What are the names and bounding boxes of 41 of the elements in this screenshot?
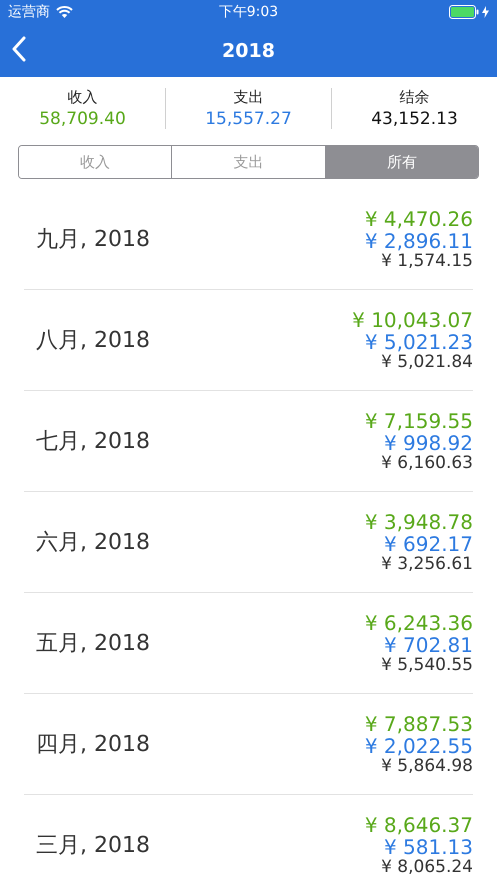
month-label[interactable]: 七月, 2018 — [24, 426, 150, 456]
expense-amount: ¥ 692.17 — [384, 532, 473, 555]
expense-amount: ¥ 5,021.23 — [364, 330, 473, 353]
balance-amount: ¥ 6,160.63 — [381, 454, 473, 472]
expense-amount: ¥ 2,896.11 — [364, 230, 473, 252]
income-amount: ¥ 3,948.78 — [364, 510, 473, 533]
status-time: 下午9:03 — [218, 3, 278, 21]
balance-amount: ¥ 5,540.55 — [381, 656, 473, 674]
summary-value: 58,709.40 — [39, 109, 126, 129]
page-title: 2018 — [222, 40, 275, 62]
back-button[interactable] — [12, 36, 26, 62]
summary-label: 结余 — [400, 88, 430, 107]
balance-amount: ¥ 5,864.98 — [381, 756, 473, 776]
balance-amount: ¥ 1,574.15 — [381, 252, 473, 270]
month-label[interactable]: 五月, 2018 — [24, 628, 150, 658]
summary-value: 43,152.13 — [371, 109, 458, 129]
income-amount: ¥ 6,243.36 — [364, 612, 473, 634]
expense-amount: ¥ 702.81 — [384, 634, 473, 656]
expense-amount: ¥ 2,022.55 — [364, 734, 473, 757]
expense-amount: ¥ 581.13 — [384, 836, 473, 858]
income-amount: ¥ 10,043.07 — [352, 308, 473, 331]
battery-icon — [448, 5, 479, 19]
balance-amount: ¥ 3,256.61 — [381, 554, 473, 574]
month-label[interactable]: 六月, 2018 — [24, 527, 150, 557]
income-amount: ¥ 4,470.26 — [364, 208, 473, 230]
balance-amount: ¥ 8,065.24 — [381, 858, 473, 876]
income-amount: ¥ 7,887.53 — [364, 712, 473, 735]
month-label[interactable]: 四月, 2018 — [24, 729, 150, 759]
summary-value: 15,557.27 — [205, 109, 292, 129]
month-label[interactable]: 九月, 2018 — [24, 224, 150, 254]
income-amount: ¥ 8,646.37 — [364, 814, 473, 836]
summary-label: 支出 — [234, 88, 264, 107]
month-label[interactable]: 八月, 2018 — [24, 325, 150, 355]
summary-label: 收入 — [68, 88, 98, 107]
balance-amount: ¥ 5,021.84 — [381, 352, 473, 372]
month-label[interactable]: 三月, 2018 — [24, 830, 150, 860]
carrier-name: 运营商 — [8, 3, 50, 21]
expense-amount: ¥ 998.92 — [384, 432, 473, 454]
charging-icon — [482, 6, 489, 18]
wifi-icon — [56, 6, 73, 18]
income-amount: ¥ 7,159.55 — [364, 410, 473, 432]
